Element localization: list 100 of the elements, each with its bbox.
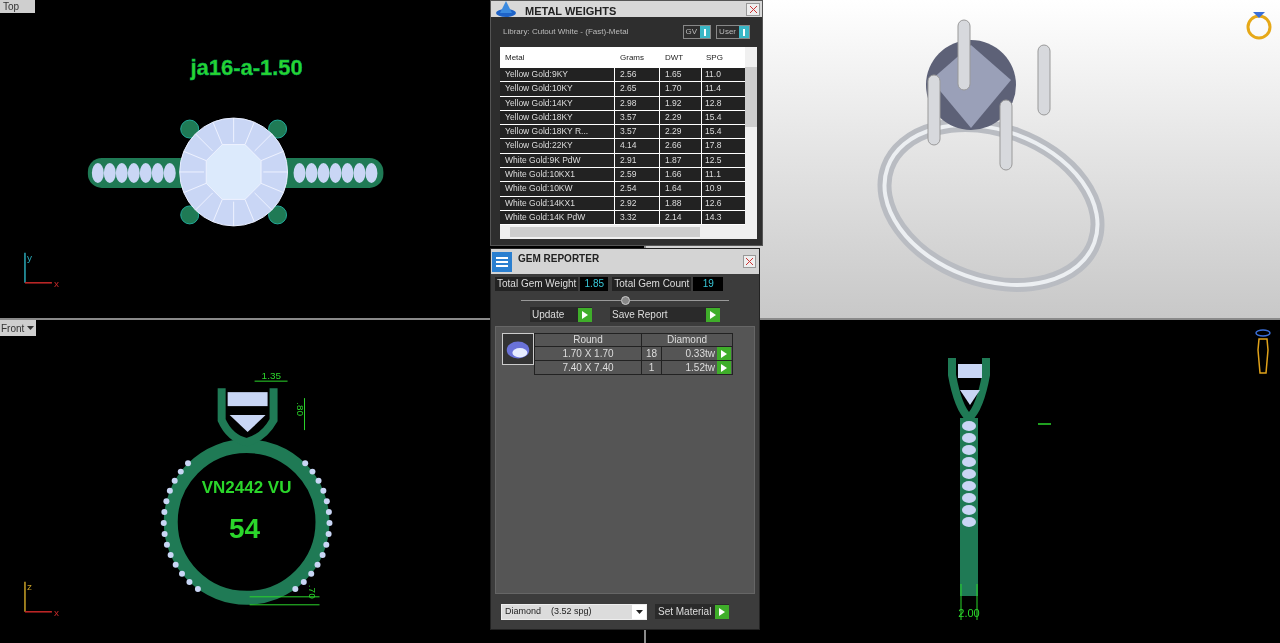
- round-gem-icon: [502, 333, 534, 365]
- toggle-button[interactable]: GV: [682, 25, 712, 39]
- table-cell: Yellow Gold:22KY: [500, 139, 615, 153]
- viewport-tab[interactable]: Front: [0, 320, 37, 336]
- table-cell: 2.14: [660, 210, 702, 225]
- dropdown-caret-icon: [635, 609, 643, 614]
- table-cell-text: 15.4: [704, 110, 723, 124]
- row-action-button[interactable]: [717, 347, 731, 360]
- table-cell: Yellow Gold:18KY R...: [500, 125, 615, 139]
- panel-title: METAL WEIGHTS: [525, 6, 617, 17]
- table-cell-text: 14.3: [704, 210, 723, 224]
- table-cell: 4.14: [615, 139, 660, 153]
- marker-line: [1037, 423, 1052, 425]
- model-name: ja16-a-1.50: [190, 55, 303, 81]
- column-header: Grams: [619, 51, 645, 64]
- table-cell-text: 12.5: [704, 153, 723, 167]
- play-icon: [578, 307, 592, 322]
- table-cell: 3.57: [615, 125, 660, 139]
- table-cell: 1.88: [660, 196, 702, 210]
- column-header: DWT: [664, 51, 685, 64]
- axis-icon: [24, 252, 53, 284]
- engraving-text: VN2442 VU: [201, 478, 292, 497]
- panel-title: GEM REPORTER: [518, 252, 600, 266]
- close-icon: [749, 6, 757, 13]
- report-icon: [492, 251, 512, 272]
- table-cell: White Gold:14KX1: [500, 196, 615, 210]
- table-cell: 3.57: [615, 110, 660, 125]
- table-cell: 3.32: [615, 210, 660, 225]
- action-button[interactable]: Update: [530, 307, 592, 322]
- dropdown-caret-icon: [27, 326, 35, 330]
- table-cell-text: 0.33tw: [684, 347, 716, 361]
- table-cell-text: 11.0: [704, 68, 722, 81]
- table-cell: 1.92: [660, 96, 702, 110]
- ring-size-text: 54: [229, 512, 261, 544]
- table-cell: 2.91: [615, 153, 660, 168]
- axis-label: z: [26, 580, 32, 592]
- table-cell-text: 17.8: [704, 139, 723, 153]
- table-cell: 2.98: [615, 96, 660, 110]
- table-cell: 2.59: [615, 168, 660, 182]
- column-header: SPG: [705, 51, 724, 64]
- table-cell: Yellow Gold:10KY: [500, 82, 615, 96]
- action-button[interactable]: Save Report: [610, 307, 720, 322]
- row-action-button[interactable]: [717, 361, 731, 374]
- table-cell: 2.29: [660, 110, 702, 125]
- table-cell-text: 12.6: [704, 196, 723, 210]
- dimension-label: 1.35: [261, 370, 281, 382]
- toggle-button[interactable]: User: [716, 25, 750, 39]
- axis-label: y: [26, 251, 32, 263]
- table-cell-text: 15.4: [704, 125, 723, 139]
- table-cell: 7.40 X 7.40: [535, 360, 642, 375]
- dimension-label: .80: [294, 402, 306, 416]
- play-icon: [715, 604, 730, 619]
- table-cell: White Gold:9K PdW: [500, 153, 615, 168]
- table-cell-text: 12.8: [704, 96, 723, 110]
- dimension-label: 2.00: [958, 607, 980, 619]
- horizontal-scrollbar[interactable]: [500, 225, 757, 240]
- gem-type-header: Diamond: [666, 334, 708, 346]
- material-select[interactable]: Diamond (3.52 spg): [501, 603, 647, 620]
- table-cell: 2.54: [615, 182, 660, 196]
- table-cell: Yellow Gold:18KY: [500, 110, 615, 125]
- pendant-icon: [1255, 329, 1271, 374]
- table-cell: 18: [642, 346, 662, 361]
- dimension-label: .70: [306, 584, 318, 599]
- collapse-handle[interactable]: [620, 295, 630, 305]
- library-label: Library: Cutout White - (Fast)-Metal: [503, 26, 629, 38]
- close-button[interactable]: [743, 255, 756, 268]
- viewport-tab[interactable]: Top: [0, 0, 36, 13]
- table-cell-text: 1.52tw: [684, 361, 716, 375]
- table-cell: 2.56: [615, 68, 660, 82]
- table-cell: 1.66: [660, 168, 702, 182]
- table-cell: 2.66: [660, 139, 702, 153]
- table-cell: 1.87: [660, 153, 702, 168]
- total-label: Total Gem Weight: [495, 277, 579, 291]
- ring-icon: [1246, 12, 1272, 40]
- close-button[interactable]: [746, 3, 760, 16]
- table-cell: White Gold:10KX1: [500, 168, 615, 182]
- axis-label: x: [53, 606, 59, 618]
- axis-label: x: [53, 277, 59, 289]
- total-label: Total Gem Count: [612, 277, 692, 291]
- set-material-button[interactable]: Set Material: [655, 604, 730, 619]
- total-value: 1.85: [580, 277, 609, 291]
- table-cell: Yellow Gold:14KY: [500, 96, 615, 110]
- table-cell: 2.92: [615, 196, 660, 210]
- column-header: Metal: [504, 51, 526, 64]
- play-icon: [706, 307, 720, 322]
- table-cell: White Gold:14K PdW: [500, 210, 615, 225]
- total-value: 19: [693, 277, 724, 291]
- table-cell: White Gold:10KW: [500, 182, 615, 196]
- table-cell: 2.29: [660, 125, 702, 139]
- close-icon: [746, 258, 753, 265]
- axis-icon: [24, 581, 53, 613]
- table-cell: 1.65: [660, 68, 702, 82]
- table-cell: 1: [642, 360, 662, 375]
- scrollbar[interactable]: [745, 47, 757, 226]
- table-cell: 1.64: [660, 182, 702, 196]
- table-cell-text: 11.4: [704, 82, 722, 96]
- gem-shape-header: Round: [535, 334, 642, 346]
- table-cell-text: 10.9: [704, 182, 723, 196]
- table-cell: 1.70: [660, 82, 702, 96]
- app-icon: [495, 1, 517, 17]
